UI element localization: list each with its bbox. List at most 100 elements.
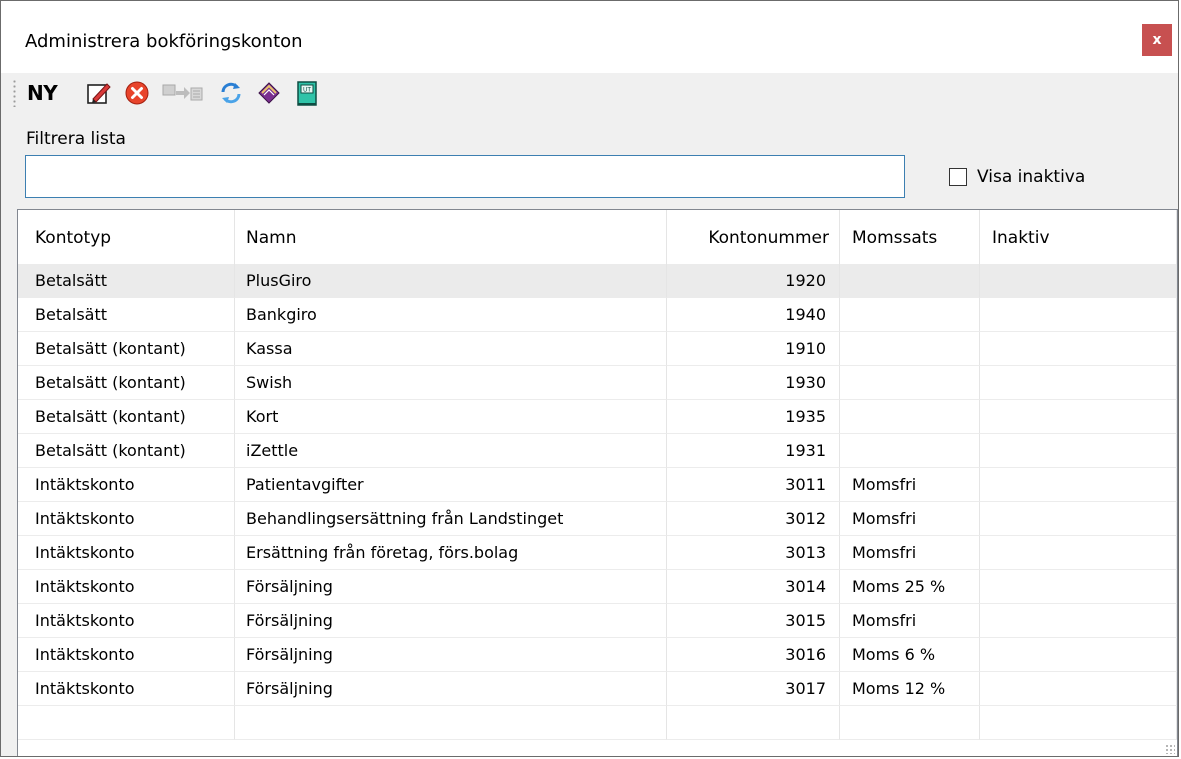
cell-momssats xyxy=(840,298,980,332)
cell-momssats: Momsfri xyxy=(840,502,980,536)
cell-namn: Bankgiro xyxy=(235,298,667,332)
table-header: Kontotyp Namn Kontonummer Momssats Inakt… xyxy=(18,210,1177,264)
cell-namn: PlusGiro xyxy=(235,264,667,298)
cell-namn: Swish xyxy=(235,366,667,400)
cell-empty xyxy=(667,706,840,740)
table-row-empty[interactable] xyxy=(18,706,1177,740)
cell-namn: Försäljning xyxy=(235,638,667,672)
cell-namn: Patientavgifter xyxy=(235,468,667,502)
cell-momssats: Moms 25 % xyxy=(840,570,980,604)
cell-kontonummer: 3014 xyxy=(667,570,840,604)
edit-icon[interactable] xyxy=(85,79,113,107)
table-row[interactable]: Intäktskonto Behandlingsersättning från L… xyxy=(18,502,1177,536)
show-inactive-checkbox[interactable] xyxy=(949,168,967,186)
cell-kontotyp: Intäktskonto xyxy=(18,672,235,706)
table-body: Betalsätt PlusGiro 1920 Betalsätt Bankgiro 19… xyxy=(18,264,1177,740)
cell-namn: Kort xyxy=(235,400,667,434)
show-inactive-label: Visa inaktiva xyxy=(977,167,1086,187)
cell-inaktiv xyxy=(980,604,1177,638)
cell-namn: Behandlingsersättning från Landstinget xyxy=(235,502,667,536)
svg-text:UT: UT xyxy=(303,87,311,94)
cell-empty xyxy=(840,706,980,740)
cell-inaktiv xyxy=(980,434,1177,468)
cell-kontonummer: 3013 xyxy=(667,536,840,570)
cell-namn: Kassa xyxy=(235,332,667,366)
cell-momssats: Momsfri xyxy=(840,468,980,502)
cell-momssats: Momsfri xyxy=(840,536,980,570)
cell-kontonummer: 1920 xyxy=(667,264,840,298)
cell-inaktiv xyxy=(980,672,1177,706)
column-header-namn[interactable]: Namn xyxy=(235,210,667,264)
table-row[interactable]: Intäktskonto Patientavgifter 3011 Momsfri xyxy=(18,468,1177,502)
cell-kontotyp: Intäktskonto xyxy=(18,468,235,502)
cell-kontotyp: Betalsätt (kontant) xyxy=(18,332,235,366)
table-row[interactable]: Betalsätt (kontant) Swish 1930 xyxy=(18,366,1177,400)
cell-kontotyp: Betalsätt (kontant) xyxy=(18,400,235,434)
cell-kontotyp: Intäktskonto xyxy=(18,604,235,638)
cell-inaktiv xyxy=(980,570,1177,604)
column-header-kontotyp[interactable]: Kontotyp xyxy=(18,210,235,264)
cell-momssats: Momsfri xyxy=(840,604,980,638)
table-row[interactable]: Intäktskonto Ersättning från företag, för… xyxy=(18,536,1177,570)
cell-momssats xyxy=(840,332,980,366)
cell-kontonummer: 3016 xyxy=(667,638,840,672)
cell-momssats xyxy=(840,400,980,434)
cell-inaktiv xyxy=(980,298,1177,332)
cell-momssats: Moms 12 % xyxy=(840,672,980,706)
table-row[interactable]: Intäktskonto Försäljning 3017 Moms 12 % xyxy=(18,672,1177,706)
cell-kontotyp: Intäktskonto xyxy=(18,570,235,604)
table-row[interactable]: Intäktskonto Försäljning 3014 Moms 25 % xyxy=(18,570,1177,604)
show-inactive-toggle[interactable]: Visa inaktiva xyxy=(949,167,1085,187)
table-row[interactable]: Betalsätt (kontant) iZettle 1931 xyxy=(18,434,1177,468)
cell-empty xyxy=(980,706,1177,740)
cell-kontonummer: 3015 xyxy=(667,604,840,638)
accounts-table: Kontotyp Namn Kontonummer Momssats Inakt… xyxy=(17,209,1178,756)
close-button[interactable]: x xyxy=(1142,24,1172,56)
cell-namn: Ersättning från företag, förs.bolag xyxy=(235,536,667,570)
table-row[interactable]: Betalsätt (kontant) Kort 1935 xyxy=(18,400,1177,434)
cell-namn: iZettle xyxy=(235,434,667,468)
cell-momssats xyxy=(840,366,980,400)
table-row[interactable]: Betalsätt Bankgiro 1940 xyxy=(18,298,1177,332)
cell-kontonummer: 1940 xyxy=(667,298,840,332)
refresh-icon[interactable] xyxy=(217,79,245,107)
filter-label: Filtrera lista xyxy=(26,129,126,149)
cell-kontonummer: 3012 xyxy=(667,502,840,536)
filter-input[interactable] xyxy=(25,155,905,198)
table-row[interactable]: Intäktskonto Försäljning 3015 Momsfri xyxy=(18,604,1177,638)
book-icon[interactable] xyxy=(255,79,283,107)
cell-momssats xyxy=(840,434,980,468)
cell-kontotyp: Betalsätt (kontant) xyxy=(18,366,235,400)
cell-namn: Försäljning xyxy=(235,570,667,604)
cell-namn: Försäljning xyxy=(235,604,667,638)
cell-kontotyp: Betalsätt xyxy=(18,298,235,332)
cell-inaktiv xyxy=(980,468,1177,502)
new-button[interactable]: NY xyxy=(27,81,58,105)
cell-kontotyp: Intäktskonto xyxy=(18,638,235,672)
toolbar-grip[interactable] xyxy=(13,79,16,107)
column-header-momssats[interactable]: Momssats xyxy=(840,210,980,264)
delete-icon[interactable] xyxy=(123,79,151,107)
table-row[interactable]: Betalsätt (kontant) Kassa 1910 xyxy=(18,332,1177,366)
cell-empty xyxy=(18,706,235,740)
cell-inaktiv xyxy=(980,638,1177,672)
column-header-kontonummer[interactable]: Kontonummer xyxy=(667,210,840,264)
table-row[interactable]: Betalsätt PlusGiro 1920 xyxy=(18,264,1177,298)
cell-kontonummer: 1931 xyxy=(667,434,840,468)
cell-kontotyp: Intäktskonto xyxy=(18,536,235,570)
toolbar: NY UT xyxy=(1,73,1178,113)
table-row[interactable]: Intäktskonto Försäljning 3016 Moms 6 % xyxy=(18,638,1177,672)
move-disabled-icon[interactable] xyxy=(161,79,205,107)
cell-kontonummer: 3011 xyxy=(667,468,840,502)
cell-kontonummer: 1930 xyxy=(667,366,840,400)
resize-grip[interactable] xyxy=(1165,744,1175,754)
window-title: Administrera bokföringskonton xyxy=(25,31,303,52)
exit-door-icon[interactable]: UT xyxy=(293,79,321,107)
cell-inaktiv xyxy=(980,400,1177,434)
column-header-inaktiv[interactable]: Inaktiv xyxy=(980,210,1177,264)
cell-kontonummer: 3017 xyxy=(667,672,840,706)
cell-kontotyp: Intäktskonto xyxy=(18,502,235,536)
cell-namn: Försäljning xyxy=(235,672,667,706)
cell-inaktiv xyxy=(980,264,1177,298)
account-admin-window: Administrera bokföringskonton x NY UT Fi… xyxy=(0,0,1179,757)
